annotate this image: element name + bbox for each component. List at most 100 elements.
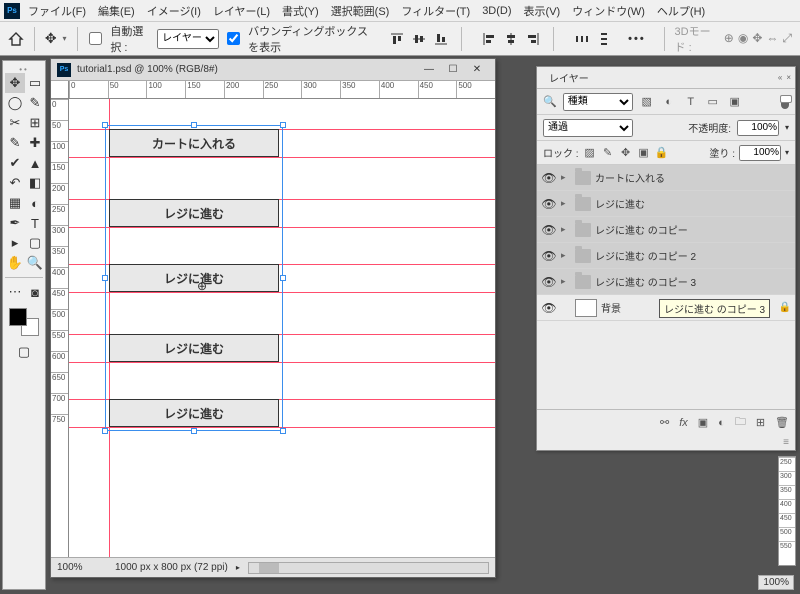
lock-position-icon[interactable]: ✥ — [619, 146, 633, 159]
eraser-tool[interactable]: ◧ — [25, 173, 45, 193]
menu-filter[interactable]: フィルター(T) — [401, 3, 470, 19]
transform-handle[interactable] — [280, 428, 286, 434]
panel-close-icon[interactable]: × — [786, 73, 791, 82]
home-icon[interactable] — [8, 31, 24, 47]
panel-tab-layers[interactable]: レイヤー — [541, 68, 597, 87]
panel-collapse-icon[interactable]: « — [778, 73, 782, 82]
fg-color[interactable] — [9, 308, 27, 326]
transform-handle[interactable] — [191, 428, 197, 434]
filter-shape-icon[interactable]: ▭ — [705, 94, 721, 110]
shape-tool[interactable]: ▢ — [25, 233, 45, 253]
expand-icon[interactable]: ▸ — [561, 172, 571, 183]
align-bottom-icon[interactable] — [431, 29, 451, 49]
layer-row[interactable]: 👁 ▸ レジに進む のコピー — [537, 217, 795, 243]
panel-menu-icon[interactable]: ≡ — [537, 435, 795, 450]
lock-transparency-icon[interactable]: ▨ — [583, 146, 597, 159]
pen-tool[interactable]: ✒ — [5, 213, 25, 233]
filter-kind-dropdown[interactable]: 種類 — [563, 93, 633, 111]
canvas[interactable]: カートに入れる レジに進む レジに進む レジに進む レジに進む ⊕ — [69, 99, 495, 557]
adjustment-layer-icon[interactable]: ◐ — [718, 417, 725, 429]
menu-select[interactable]: 選択範囲(S) — [331, 3, 390, 19]
transform-handle[interactable] — [102, 428, 108, 434]
layer-thumbnail[interactable] — [575, 299, 597, 317]
menu-window[interactable]: ウィンドウ(W) — [572, 3, 645, 19]
scrollbar-horizontal[interactable] — [248, 562, 489, 574]
lock-all-icon[interactable]: 🔒 — [655, 146, 669, 159]
frame-tool[interactable]: ⊞ — [25, 113, 45, 133]
delete-layer-icon[interactable]: 🗑 — [775, 416, 789, 429]
edit-toolbar-icon[interactable]: ⋯ — [5, 282, 25, 302]
filter-adjust-icon[interactable]: ◐ — [661, 94, 677, 110]
auto-select-dropdown[interactable]: レイヤー — [157, 29, 219, 49]
layer-name[interactable]: レジに進む のコピー — [595, 222, 791, 237]
quick-mask-icon[interactable]: ◙ — [25, 282, 45, 302]
layer-row[interactable]: 👁 ▸ レジに進む — [537, 191, 795, 217]
menu-type[interactable]: 書式(Y) — [282, 3, 319, 19]
menu-view[interactable]: 表示(V) — [524, 3, 561, 19]
zoom-label[interactable]: 100% — [758, 575, 794, 590]
menu-file[interactable]: ファイル(F) — [28, 3, 86, 19]
visibility-icon[interactable]: 👁 — [541, 249, 557, 263]
transform-handle[interactable] — [102, 275, 108, 281]
align-hcenter-icon[interactable] — [501, 29, 521, 49]
distribute-v-icon[interactable] — [594, 29, 614, 49]
expand-icon[interactable]: ▸ — [561, 198, 571, 209]
bbox-checkbox[interactable] — [227, 32, 240, 45]
menu-3d[interactable]: 3D(D) — [482, 5, 511, 17]
3d-pan-icon[interactable]: ✥ — [752, 31, 762, 46]
menu-image[interactable]: イメージ(I) — [147, 3, 201, 19]
transform-handle[interactable] — [280, 275, 286, 281]
link-layers-icon[interactable]: ⚯ — [660, 416, 669, 429]
filter-pixel-icon[interactable]: ▧ — [639, 94, 655, 110]
layer-row[interactable]: 👁 ▸ レジに進む のコピー 3 — [537, 269, 795, 295]
expand-icon[interactable]: ▸ — [561, 250, 571, 261]
hand-tool[interactable]: ✋ — [5, 253, 25, 273]
quick-select-tool[interactable]: ✎ — [25, 93, 45, 113]
visibility-icon[interactable]: 👁 — [541, 301, 557, 315]
bounding-box[interactable] — [105, 125, 283, 431]
move-tool[interactable]: ✥ — [5, 73, 25, 93]
menu-help[interactable]: ヘルプ(H) — [657, 3, 705, 19]
zoom-field[interactable]: 100% — [57, 562, 107, 573]
align-right-icon[interactable] — [523, 29, 543, 49]
scrollbar-thumb[interactable] — [259, 563, 279, 573]
transform-handle[interactable] — [280, 122, 286, 128]
crop-tool[interactable]: ✂ — [5, 113, 25, 133]
lasso-tool[interactable]: ◯ — [5, 93, 25, 113]
eyedropper-tool[interactable]: ✎ — [5, 133, 25, 153]
align-vcenter-icon[interactable] — [409, 29, 429, 49]
layer-name[interactable]: レジに進む — [595, 196, 791, 211]
layer-row[interactable]: 👁 ▸ レジに進む のコピー 2 — [537, 243, 795, 269]
new-group-icon[interactable]: 🗀 — [735, 413, 746, 432]
ruler-vertical[interactable]: 0501001502002503003504004505005506006507… — [51, 99, 69, 557]
menu-edit[interactable]: 編集(E) — [98, 3, 135, 19]
layer-row[interactable]: 👁 ▸ カートに入れる — [537, 165, 795, 191]
healing-tool[interactable]: ✚ — [25, 133, 45, 153]
distribute-h-icon[interactable] — [572, 29, 592, 49]
opacity-field[interactable] — [737, 120, 779, 136]
auto-select-checkbox[interactable] — [89, 32, 102, 45]
screen-mode-icon[interactable]: ▢ — [14, 342, 34, 362]
visibility-icon[interactable]: 👁 — [541, 171, 557, 185]
filter-toggle[interactable] — [781, 95, 789, 109]
artboard-tool[interactable]: ▭ — [25, 73, 45, 93]
document-titlebar[interactable]: Ps tutorial1.psd @ 100% (RGB/8#) — ☐ ✕ — [51, 59, 495, 81]
ruler-horizontal[interactable]: 050100150200250300350400450500 — [69, 81, 495, 99]
close-button[interactable]: ✕ — [465, 62, 489, 78]
filter-type-icon[interactable]: T — [683, 94, 699, 110]
expand-icon[interactable]: ▸ — [561, 276, 571, 287]
caret-icon[interactable]: ▾ — [785, 123, 789, 132]
visibility-icon[interactable]: 👁 — [541, 223, 557, 237]
3d-roll-icon[interactable]: ◉ — [738, 31, 748, 46]
color-swatch[interactable] — [9, 308, 39, 336]
layer-mask-icon[interactable]: ▣ — [698, 416, 708, 429]
caret-icon[interactable]: ▾ — [785, 148, 789, 157]
blend-mode-dropdown[interactable]: 通過 — [543, 119, 633, 137]
minimize-button[interactable]: — — [417, 62, 441, 78]
3d-orbit-icon[interactable]: ⊕ — [724, 31, 734, 46]
more-options-icon[interactable]: ••• — [628, 33, 646, 45]
new-layer-icon[interactable]: ⊞ — [756, 416, 765, 429]
ruler-origin[interactable] — [51, 81, 69, 99]
lock-icon[interactable]: 🔒 — [779, 302, 791, 313]
layer-name[interactable]: カートに入れる — [595, 170, 791, 185]
